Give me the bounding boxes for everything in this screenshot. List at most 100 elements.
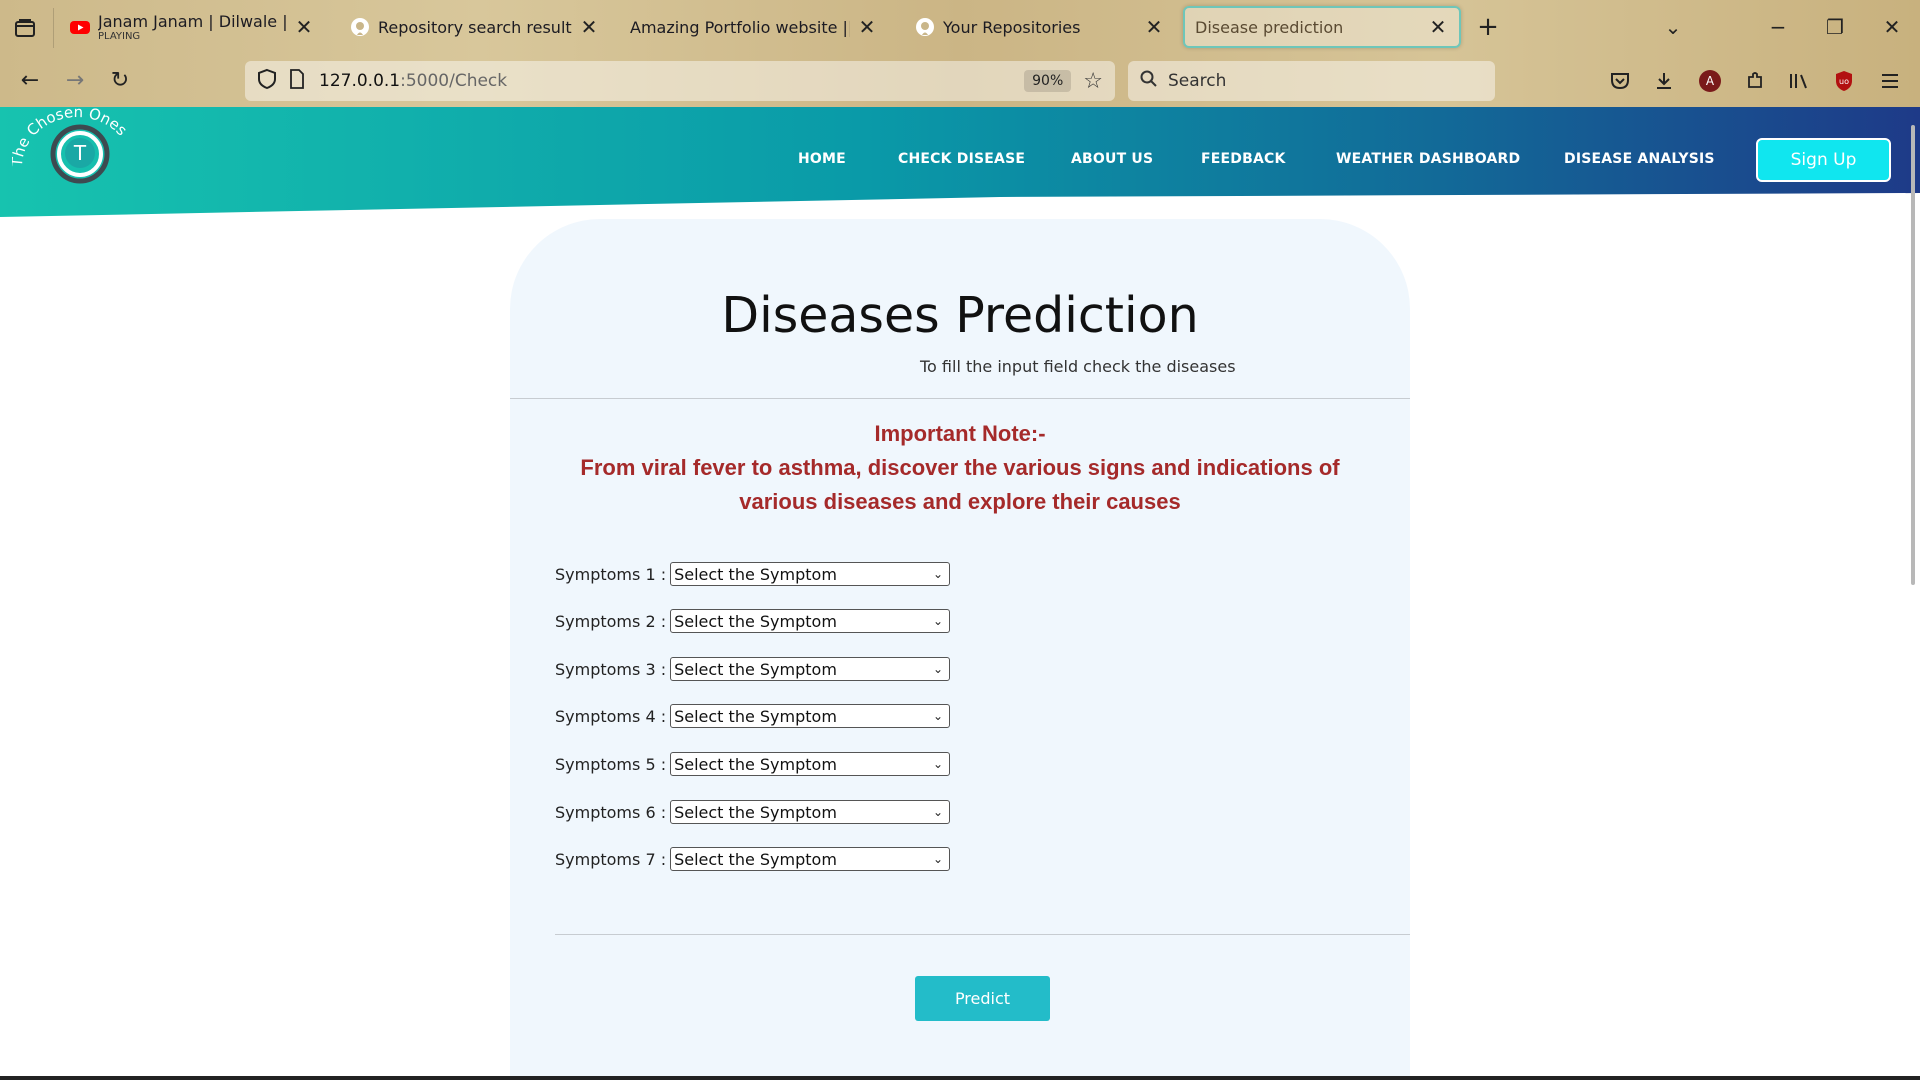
close-icon[interactable]: ✕ [1427, 16, 1449, 38]
close-icon[interactable]: ✕ [1143, 16, 1165, 38]
github-icon [350, 17, 370, 37]
search-input[interactable]: Search [1128, 61, 1495, 101]
close-icon[interactable]: ✕ [578, 16, 600, 38]
select-value: Select the Symptom [674, 849, 837, 869]
tab-title: Amazing Portfolio website || Web A [630, 17, 850, 37]
extensions-icon[interactable] [1740, 66, 1770, 96]
symptom-label: Symptoms 7 : [555, 849, 667, 869]
select-value: Select the Symptom [674, 754, 837, 774]
close-window-button[interactable]: ✕ [1877, 12, 1907, 42]
bookmark-star-icon[interactable]: ☆ [1083, 69, 1103, 94]
nav-check-disease[interactable]: CHECK DISEASE [898, 151, 1025, 167]
tab-youtube[interactable]: Janam Janam | Dilwale | Slowed PLAYING ✕ [60, 6, 325, 48]
nav-feedback[interactable]: FEEDBACK [1201, 151, 1286, 167]
prediction-card: Diseases Prediction To fill the input fi… [510, 219, 1410, 1080]
url-path: :5000/Check [400, 71, 508, 91]
tab-list-icon[interactable] [10, 14, 40, 42]
nav-home[interactable]: HOME [798, 151, 846, 167]
symptom-2-select[interactable]: Select the Symptom ⌄ [670, 609, 951, 633]
back-arrow-icon[interactable]: ← [13, 64, 47, 98]
symptom-row-7: Symptoms 7 : Select the Symptom ⌄ [555, 846, 951, 872]
tab-title: Disease prediction [1195, 17, 1344, 37]
symptom-3-select[interactable]: Select the Symptom ⌄ [670, 657, 951, 681]
nav-disease-analysis[interactable]: DISEASE ANALYSIS [1564, 151, 1715, 167]
symptom-label: Symptoms 1 : [555, 564, 667, 584]
forward-arrow-icon[interactable]: → [58, 64, 92, 98]
chevron-down-icon: ⌄ [933, 662, 944, 676]
site-logo[interactable]: The Chosen Ones T [8, 103, 142, 212]
select-value: Select the Symptom [674, 659, 837, 679]
page-scrollbar[interactable] [1911, 125, 1915, 585]
select-value: Select the Symptom [674, 706, 837, 726]
symptom-4-select[interactable]: Select the Symptom ⌄ [670, 704, 951, 728]
chevron-down-icon: ⌄ [933, 567, 944, 581]
sign-up-button[interactable]: Sign Up [1756, 138, 1891, 182]
divider [510, 398, 1410, 399]
profile-initial: A [1699, 70, 1721, 92]
shield-icon[interactable] [257, 68, 277, 94]
symptom-row-1: Symptoms 1 : Select the Symptom ⌄ [555, 561, 951, 587]
tab-separator [53, 8, 54, 48]
predict-button[interactable]: Predict [915, 976, 1050, 1021]
logo-letter: T [73, 141, 87, 165]
minimize-button[interactable]: − [1763, 12, 1793, 42]
note-body-line-1: From viral fever to asthma, discover the… [580, 455, 1340, 480]
symptom-row-3: Symptoms 3 : Select the Symptom ⌄ [555, 656, 951, 682]
note-heading: Important Note:- [874, 421, 1046, 446]
symptom-7-select[interactable]: Select the Symptom ⌄ [670, 847, 951, 871]
nav-weather-dashboard[interactable]: WEATHER DASHBOARD [1336, 151, 1520, 167]
url-host: 127.0.0.1 [319, 71, 401, 91]
window-bottom-edge [0, 1076, 1920, 1080]
symptom-label: Symptoms 3 : [555, 659, 667, 679]
restore-button[interactable]: ❐ [1820, 12, 1850, 42]
tab-title: Janam Janam | Dilwale | Slowed [98, 12, 287, 31]
page-icon [289, 69, 305, 93]
select-value: Select the Symptom [674, 611, 837, 631]
tab-repository-search[interactable]: Repository search results ✕ [340, 6, 610, 48]
github-icon [915, 17, 935, 37]
youtube-icon [70, 17, 90, 37]
select-value: Select the Symptom [674, 802, 837, 822]
chevron-down-icon[interactable]: ⌄ [1658, 12, 1688, 42]
note-body-line-2: various diseases and explore their cause… [739, 489, 1181, 514]
important-note: Important Note:- From viral fever to ast… [550, 417, 1370, 519]
close-icon[interactable]: ✕ [856, 16, 878, 38]
chevron-down-icon: ⌄ [933, 709, 944, 723]
symptom-label: Symptoms 2 : [555, 611, 667, 631]
download-icon[interactable] [1649, 66, 1679, 96]
browser-chrome: Janam Janam | Dilwale | Slowed PLAYING ✕… [0, 0, 1920, 107]
address-bar[interactable]: 127.0.0.1:5000/Check 90% ☆ [245, 61, 1115, 101]
zoom-level[interactable]: 90% [1024, 70, 1072, 92]
tab-title: Repository search results [378, 17, 572, 37]
nav-about-us[interactable]: ABOUT US [1071, 151, 1153, 167]
search-icon [1140, 70, 1158, 93]
new-tab-button[interactable]: + [1473, 12, 1503, 42]
divider [555, 934, 1410, 935]
tab-disease-prediction[interactable]: Disease prediction ✕ [1183, 6, 1461, 48]
ublock-shield-icon[interactable]: uo [1829, 66, 1859, 96]
symptom-5-select[interactable]: Select the Symptom ⌄ [670, 752, 951, 776]
svg-text:uo: uo [1839, 77, 1849, 86]
close-icon[interactable]: ✕ [293, 16, 315, 38]
profile-avatar-icon[interactable]: A [1695, 66, 1725, 96]
symptom-6-select[interactable]: Select the Symptom ⌄ [670, 800, 951, 824]
library-icon[interactable] [1784, 66, 1814, 96]
symptom-row-6: Symptoms 6 : Select the Symptom ⌄ [555, 799, 951, 825]
tab-portfolio[interactable]: Amazing Portfolio website || Web A ✕ [620, 6, 888, 48]
symptom-label: Symptoms 5 : [555, 754, 667, 774]
reload-icon[interactable]: ↻ [103, 64, 137, 98]
symptom-row-2: Symptoms 2 : Select the Symptom ⌄ [555, 608, 951, 634]
pocket-icon[interactable] [1605, 66, 1635, 96]
tab-your-repositories[interactable]: Your Repositories ✕ [905, 6, 1175, 48]
symptom-1-select[interactable]: Select the Symptom ⌄ [670, 562, 951, 586]
navigation-bar: ← → ↻ 127.0.0.1:5000/Check 90% ☆ Search [0, 54, 1920, 107]
url-text[interactable]: 127.0.0.1:5000/Check [319, 71, 1024, 91]
symptom-row-4: Symptoms 4 : Select the Symptom ⌄ [555, 703, 951, 729]
symptom-row-5: Symptoms 5 : Select the Symptom ⌄ [555, 751, 951, 777]
tab-playing-label: PLAYING [98, 31, 141, 42]
page-title: Diseases Prediction [721, 287, 1199, 344]
select-value: Select the Symptom [674, 564, 837, 584]
page-subtitle: To fill the input field check the diseas… [920, 357, 1236, 376]
hamburger-menu-icon[interactable] [1875, 66, 1905, 96]
search-placeholder: Search [1168, 71, 1227, 91]
